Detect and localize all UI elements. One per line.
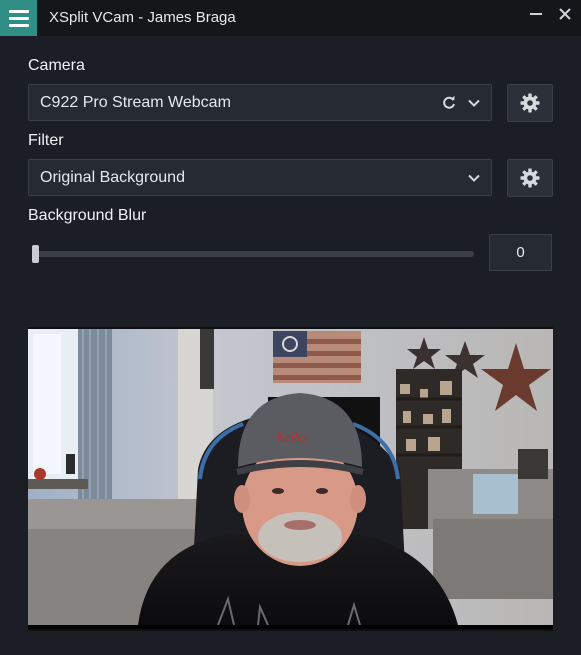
gear-icon <box>520 93 540 113</box>
camera-preview: Kelley <box>28 327 553 631</box>
filter-label: Filter <box>28 132 64 149</box>
filter-select[interactable]: Original Background <box>28 159 492 196</box>
webcam-preview-image: Kelley <box>28 329 553 626</box>
minimize-button[interactable] <box>524 4 548 24</box>
background-blur-label: Background Blur <box>28 207 147 224</box>
blur-slider-track[interactable] <box>32 251 474 257</box>
filter-settings-button[interactable] <box>507 159 553 197</box>
menu-icon-line <box>8 23 29 27</box>
gear-icon <box>520 168 540 188</box>
chevron-down-icon <box>468 99 480 107</box>
refresh-icon[interactable] <box>441 95 457 111</box>
chevron-down-icon <box>468 174 480 182</box>
blur-slider-thumb[interactable] <box>32 245 39 263</box>
menu-icon-line <box>8 16 29 20</box>
menu-icon-line <box>8 9 29 13</box>
blur-value-input[interactable]: 0 <box>489 234 552 271</box>
camera-settings-button[interactable] <box>507 84 553 122</box>
camera-select-value: C922 Pro Stream Webcam <box>40 94 231 111</box>
camera-select[interactable]: C922 Pro Stream Webcam <box>28 84 492 121</box>
camera-label: Camera <box>28 57 85 74</box>
svg-text:Kelley: Kelley <box>275 429 309 444</box>
close-icon <box>559 8 571 20</box>
filter-select-value: Original Background <box>40 169 185 186</box>
title-bar: XSplit VCam - James Braga <box>0 0 581 36</box>
minimize-icon <box>530 13 542 15</box>
close-button[interactable] <box>553 4 577 24</box>
window-title: XSplit VCam - James Braga <box>49 9 236 26</box>
hamburger-menu-button[interactable] <box>0 0 37 36</box>
